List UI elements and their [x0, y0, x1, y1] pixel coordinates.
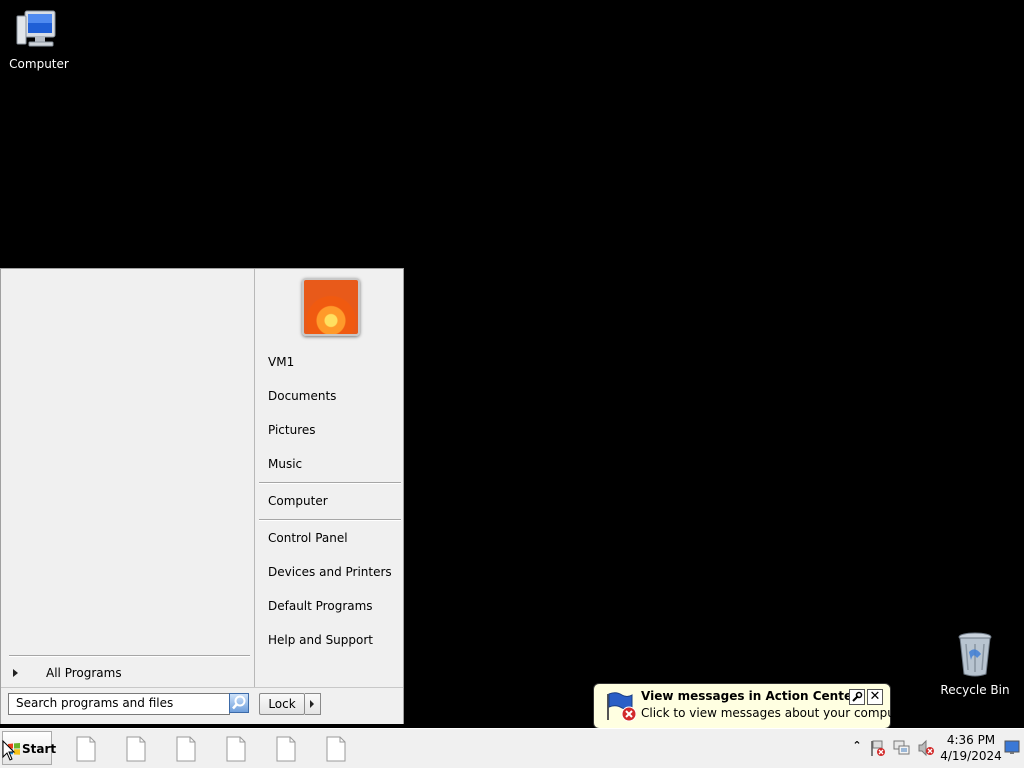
search-icon [232, 695, 246, 710]
close-icon: ✕ [869, 689, 881, 704]
start-item-control-panel[interactable]: Control Panel [268, 527, 398, 549]
clock-date: 4/19/2024 [940, 749, 1002, 763]
taskbar-file-icon[interactable] [226, 736, 246, 762]
recycle-bin-icon [958, 632, 992, 677]
wrench-icon [852, 691, 863, 702]
shutdown-options-button[interactable] [305, 693, 321, 715]
start-label: Start [22, 742, 57, 756]
desktop-icon-label: Recycle Bin [940, 683, 1010, 697]
start-item-devices-printers[interactable]: Devices and Printers [268, 561, 398, 583]
taskbar-file-icon[interactable] [76, 736, 96, 762]
search-button[interactable] [229, 693, 249, 713]
start-menu-programs-pane: All Programs [1, 269, 255, 687]
search-input[interactable] [9, 694, 226, 712]
desktop-icon-label: Computer [9, 57, 69, 71]
start-item-music[interactable]: Music [268, 453, 398, 475]
show-desktop-icon[interactable] [1004, 739, 1020, 755]
all-programs-label: All Programs [46, 666, 122, 680]
mouse-cursor-icon [2, 740, 16, 761]
balloon-close-button[interactable]: ✕ [867, 689, 883, 705]
separator [9, 655, 250, 657]
desktop: Computer Recycle Bin All Programs VM1 Do… [0, 0, 1024, 738]
balloon-text: Click to view messages about your comput… [641, 706, 915, 720]
taskbar: Start ⌃ 4:36 PM 4/19/2024 [0, 728, 1024, 768]
start-item-documents[interactable]: Documents [268, 385, 398, 407]
show-hidden-icons-chevron-icon[interactable]: ⌃ [851, 739, 863, 755]
start-menu: All Programs VM1 Documents Pictures Musi… [0, 268, 404, 724]
action-center-balloon[interactable]: View messages in Action Center Click to … [593, 683, 915, 738]
computer-icon [16, 10, 56, 47]
balloon-title: View messages in Action Center [641, 689, 858, 703]
taskbar-file-icon[interactable] [126, 736, 146, 762]
start-menu-places-pane: VM1 Documents Pictures Music Computer Co… [255, 269, 403, 687]
volume-muted-icon[interactable] [917, 739, 935, 757]
balloon-options-button[interactable] [849, 689, 865, 705]
taskbar-file-icon[interactable] [326, 736, 346, 762]
clock[interactable]: 4:36 PM 4/19/2024 [940, 732, 1002, 764]
arrow-right-icon [13, 669, 18, 677]
start-item-pictures[interactable]: Pictures [268, 419, 398, 441]
action-center-flag-icon [607, 692, 636, 722]
search-box [8, 693, 230, 715]
network-icon[interactable] [893, 739, 911, 757]
start-item-computer[interactable]: Computer [268, 490, 398, 512]
separator [259, 482, 401, 484]
lock-button[interactable]: Lock [259, 693, 305, 715]
desktop-icon-computer[interactable]: Computer [0, 8, 78, 71]
taskbar-file-icon[interactable] [276, 736, 296, 762]
start-menu-bottom-bar: Lock [1, 687, 403, 724]
start-item-default-programs[interactable]: Default Programs [268, 595, 398, 617]
action-center-flag-icon[interactable] [869, 739, 887, 757]
desktop-icon-recycle-bin[interactable]: Recycle Bin [936, 630, 1014, 697]
clock-time: 4:36 PM [946, 733, 996, 747]
separator [259, 519, 401, 521]
taskbar-file-icon[interactable] [176, 736, 196, 762]
start-item-help-support[interactable]: Help and Support [268, 629, 398, 651]
start-item-user[interactable]: VM1 [268, 351, 398, 373]
all-programs-button[interactable]: All Programs [9, 663, 245, 683]
user-picture[interactable] [302, 278, 360, 336]
